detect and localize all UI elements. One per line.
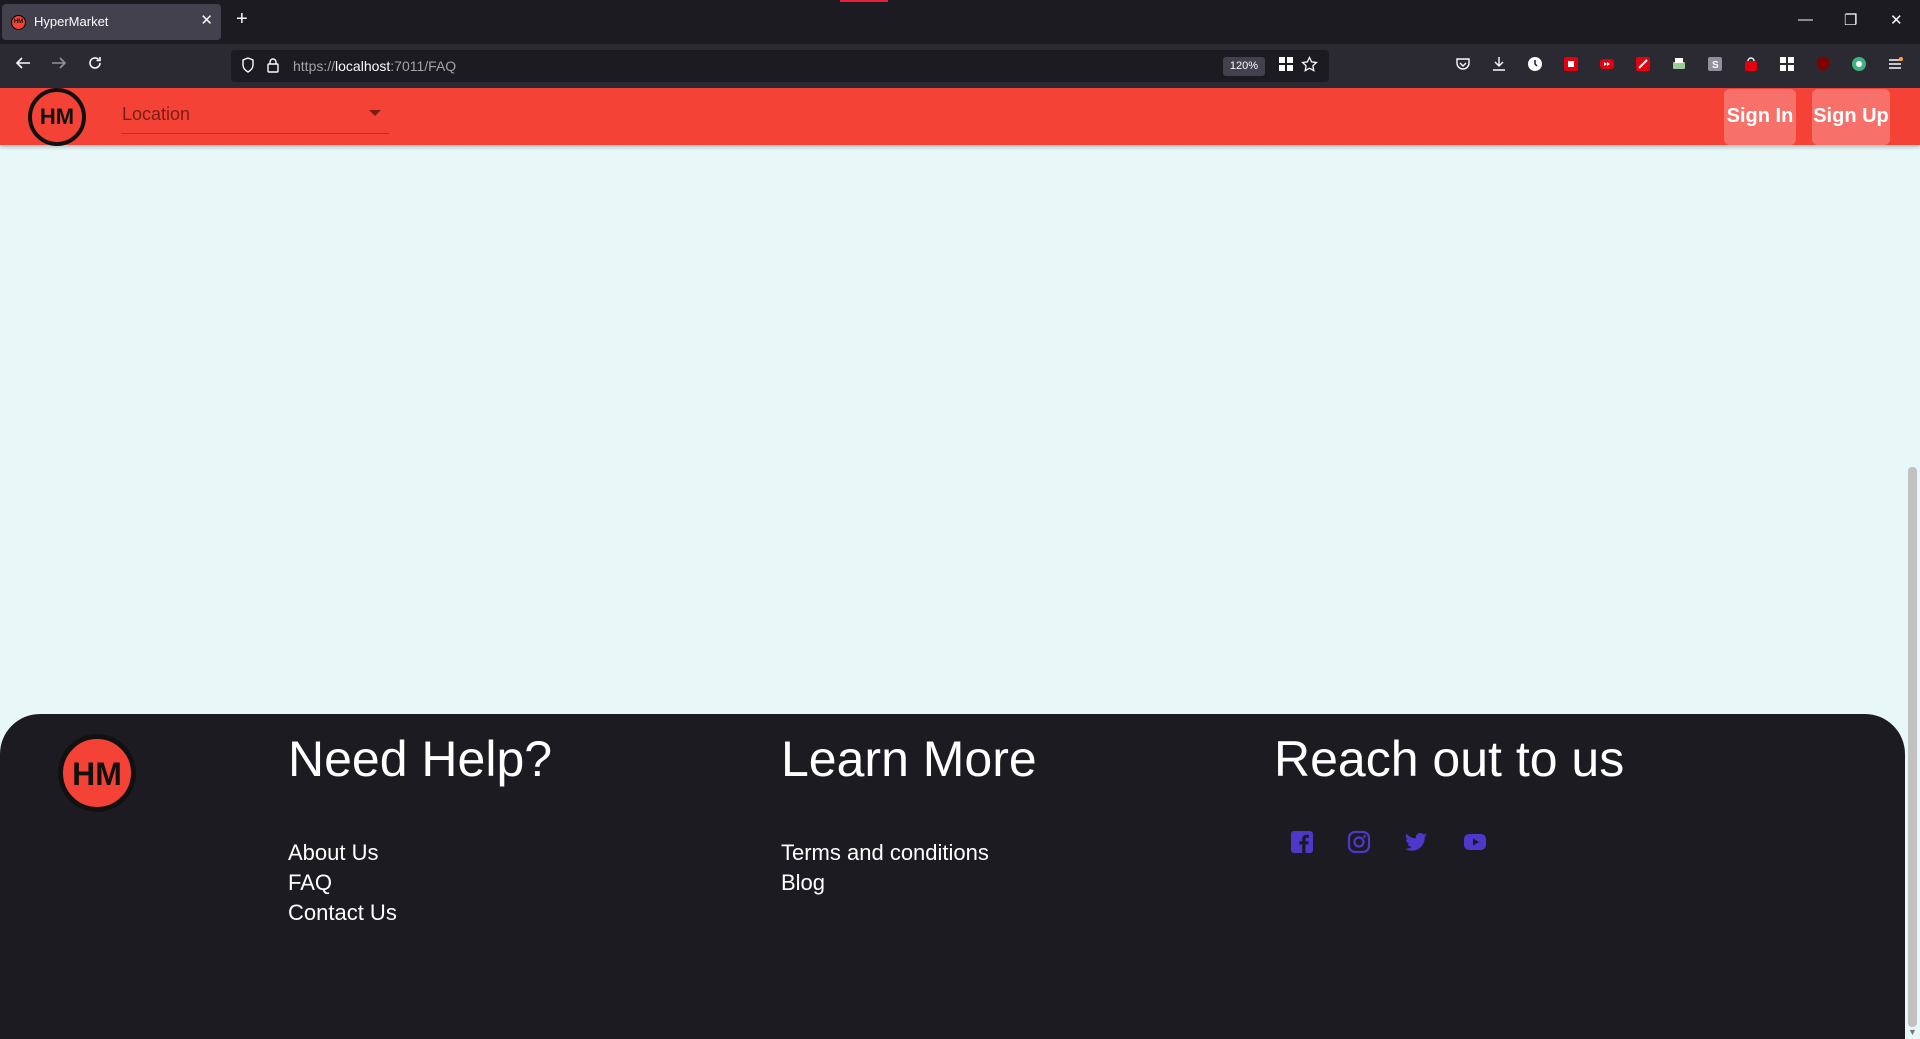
tab-favicon-icon <box>11 15 26 30</box>
ublock-icon[interactable] <box>1814 56 1832 74</box>
printer-extension-icon[interactable] <box>1670 56 1688 74</box>
arrow-left-icon[interactable] <box>14 54 32 77</box>
url-bar[interactable]: https://localhost:7011/FAQ 120% <box>231 50 1329 82</box>
footer-link-blog[interactable]: Blog <box>781 868 989 898</box>
location-label: Location <box>122 104 191 124</box>
restore-button[interactable]: ❐ <box>1844 11 1857 29</box>
sign-up-button[interactable]: Sign Up <box>1812 89 1890 145</box>
svg-text:S: S <box>1712 60 1719 71</box>
sign-in-button[interactable]: Sign In <box>1724 89 1796 145</box>
header-logo[interactable]: HM <box>28 88 86 146</box>
sync-extension-icon[interactable] <box>1850 56 1868 74</box>
minimize-button[interactable]: — <box>1798 11 1813 28</box>
app-header: HM Location Sign In Sign Up <box>0 88 1920 146</box>
scroll-down-icon[interactable]: ▼ <box>1908 1027 1917 1037</box>
clock-extension-icon[interactable] <box>1526 56 1544 74</box>
scrollbar-thumb[interactable] <box>1908 467 1917 1027</box>
footer-heading-reach: Reach out to us <box>1274 731 1625 787</box>
footer-heading-help: Need Help? <box>288 731 553 787</box>
lock-icon[interactable] <box>266 57 280 76</box>
sharing-indicator <box>840 0 888 2</box>
tab-close-icon[interactable]: ✕ <box>200 11 213 29</box>
shield-icon[interactable] <box>241 57 255 76</box>
youtube-icon[interactable] <box>1463 830 1487 854</box>
s-extension-icon[interactable]: S <box>1706 56 1724 74</box>
footer-learn-column: Learn More Terms and conditions Blog <box>781 730 1037 895</box>
pen-extension-icon[interactable] <box>1634 56 1652 74</box>
footer-link-terms[interactable]: Terms and conditions <box>781 838 989 868</box>
bookmark-star-icon[interactable] <box>1301 55 1318 78</box>
footer: HM Need Help? About Us FAQ Contact Us Le… <box>0 714 1905 1039</box>
extensions-grid-icon[interactable] <box>1778 56 1796 74</box>
footer-reach-column: Reach out to us <box>1274 730 1624 788</box>
arrow-right-icon[interactable] <box>50 54 68 77</box>
bag-extension-icon[interactable] <box>1742 56 1760 74</box>
footer-help-column: Need Help? About Us FAQ Contact Us <box>288 730 553 925</box>
twitter-icon[interactable] <box>1404 830 1428 854</box>
browser-toolbar: https://localhost:7011/FAQ 120% S <box>0 44 1920 88</box>
facebook-icon[interactable] <box>1290 830 1314 854</box>
browser-tab-bar: HyperMarket ✕ + — ❐ ✕ <box>0 0 1920 44</box>
tab-title: HyperMarket <box>34 14 109 29</box>
new-tab-button[interactable]: + <box>236 8 248 31</box>
menu-icon[interactable] <box>1886 56 1904 74</box>
page-scrollbar[interactable]: ▼ <box>1905 88 1920 1039</box>
location-select[interactable]: Location <box>121 100 389 134</box>
footer-heading-learn: Learn More <box>781 731 1037 787</box>
footer-link-contact-us[interactable]: Contact Us <box>288 898 397 928</box>
url-text[interactable]: https://localhost:7011/FAQ <box>293 58 456 74</box>
download-icon[interactable] <box>1490 56 1508 74</box>
footer-logo[interactable]: HM <box>58 734 136 812</box>
pocket-icon[interactable] <box>1454 56 1472 74</box>
stop-extension-icon[interactable] <box>1562 56 1580 74</box>
close-window-button[interactable]: ✕ <box>1890 11 1903 29</box>
footer-link-about-us[interactable]: About Us <box>288 838 397 868</box>
caret-down-icon <box>369 110 381 116</box>
apps-grid-icon[interactable] <box>1278 56 1294 77</box>
fast-forward-extension-icon[interactable] <box>1598 56 1616 74</box>
reload-icon[interactable] <box>86 54 104 77</box>
zoom-level[interactable]: 120% <box>1223 57 1265 76</box>
main-content <box>0 145 1905 715</box>
footer-link-faq[interactable]: FAQ <box>288 868 397 898</box>
browser-tab[interactable]: HyperMarket ✕ <box>2 4 221 40</box>
instagram-icon[interactable] <box>1347 830 1371 854</box>
web-page: HM Location Sign In Sign Up HM Need Help… <box>0 88 1920 1039</box>
